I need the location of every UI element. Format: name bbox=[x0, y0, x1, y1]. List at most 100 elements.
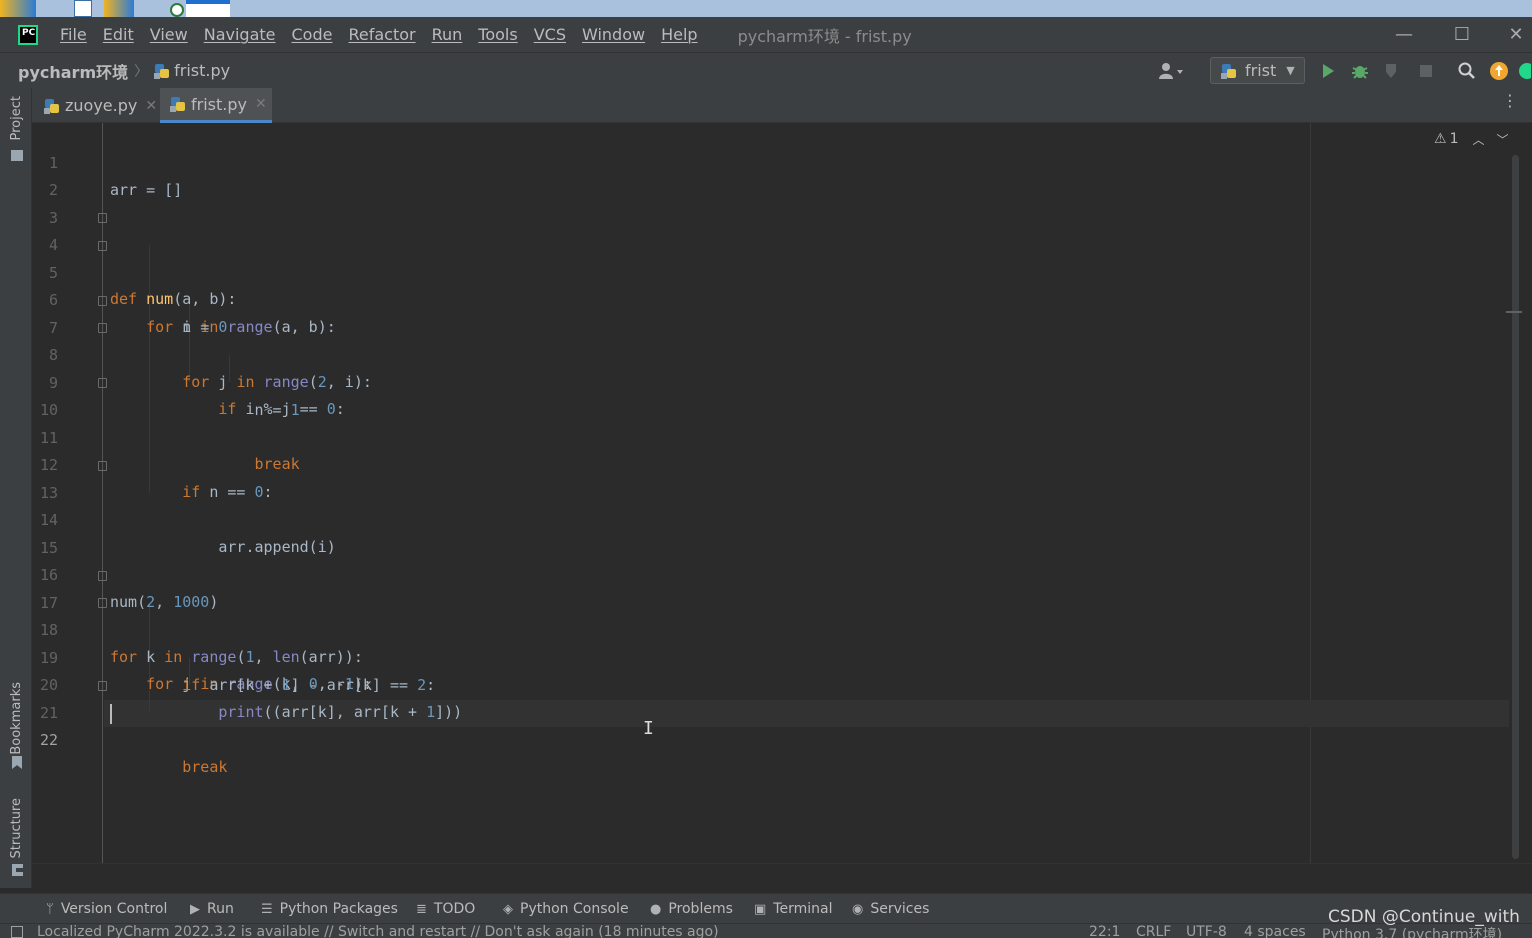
run-configuration-label: frist bbox=[1245, 61, 1277, 80]
tool-window-label: Python Packages bbox=[279, 901, 398, 917]
code-line: 6 n = 0 bbox=[32, 260, 1332, 336]
tool-window-label: Terminal bbox=[773, 901, 833, 917]
status-message[interactable]: Localized PyCharm 2022.3.2 is available … bbox=[37, 924, 719, 938]
fold-marker[interactable] bbox=[98, 571, 107, 581]
code-line: 20 print((arr[k], arr[k + 1])) bbox=[32, 645, 1332, 721]
menu-code[interactable]: Code bbox=[292, 25, 333, 44]
code-line: 9 n = 1 bbox=[32, 343, 1332, 419]
coverage-icon[interactable] bbox=[1380, 59, 1404, 83]
breadcrumb-separator: 〉 bbox=[134, 63, 149, 80]
tab-zuoye-py[interactable]: zuoye.py ✕ bbox=[44, 88, 159, 123]
file-encoding[interactable]: UTF-8 bbox=[1186, 924, 1227, 938]
desktop-shortcut-icon bbox=[74, 0, 92, 17]
python-packages-tool-button[interactable]: ☰ Python Packages bbox=[261, 894, 398, 924]
code-line: 1 arr = [] bbox=[32, 123, 1332, 199]
vertical-scrollbar[interactable] bbox=[1512, 155, 1519, 859]
fold-marker[interactable] bbox=[98, 241, 107, 251]
code-line: 19 if arr[k + 1] - arr[k] == 2: bbox=[32, 618, 1332, 694]
watermark: CSDN @Continue_with bbox=[1328, 907, 1520, 927]
code-line: 22 bbox=[32, 700, 1332, 749]
desktop-taskbar-strip bbox=[0, 0, 1532, 17]
caret-position[interactable]: 22:1 bbox=[1089, 924, 1120, 938]
run-tool-button[interactable]: ▶ Run bbox=[190, 894, 234, 924]
code-line: 16 num(2, 1000) bbox=[32, 535, 1332, 611]
code-editor[interactable]: 1 arr = [] 2 3 4 def num(a, b): 5 for i … bbox=[32, 123, 1532, 863]
todo-tool-button[interactable]: ≣ TODO bbox=[416, 894, 475, 924]
code-line: 4 def num(a, b): bbox=[32, 205, 1332, 308]
menu-refactor[interactable]: Refactor bbox=[348, 25, 415, 44]
tool-window-label: Problems bbox=[668, 901, 733, 917]
desktop-window-icon bbox=[186, 0, 230, 17]
line-number: 22 bbox=[39, 731, 58, 749]
menu-run[interactable]: Run bbox=[432, 25, 463, 44]
project-tool-button[interactable]: Project bbox=[9, 96, 24, 140]
breadcrumb-project[interactable]: pycharm环境 bbox=[18, 59, 128, 83]
menu-edit[interactable]: Edit bbox=[103, 25, 134, 44]
debug-icon[interactable] bbox=[1348, 59, 1372, 83]
ide-features-icon[interactable] bbox=[1516, 59, 1532, 83]
editor-bottom-area bbox=[32, 863, 1532, 893]
branch-icon: ᛘ bbox=[46, 901, 54, 917]
terminal-icon: ▣ bbox=[754, 901, 767, 917]
desktop-check-icon bbox=[170, 3, 184, 17]
maximize-button[interactable]: ☐ bbox=[1442, 17, 1482, 52]
warning-count: 1 bbox=[1449, 131, 1459, 147]
fold-marker[interactable] bbox=[98, 296, 107, 306]
menu-view[interactable]: View bbox=[150, 25, 188, 44]
chevron-down-icon[interactable]: ﹀ bbox=[1497, 131, 1509, 148]
menu-vcs[interactable]: VCS bbox=[534, 25, 566, 44]
fold-marker[interactable] bbox=[98, 598, 107, 608]
run-icon: ▶ bbox=[190, 901, 200, 917]
run-configuration-select[interactable]: frist ▼ bbox=[1210, 57, 1305, 84]
menu-window[interactable]: Window bbox=[582, 25, 645, 44]
fold-marker[interactable] bbox=[98, 213, 107, 223]
close-tab-icon[interactable]: ✕ bbox=[255, 96, 267, 112]
search-icon[interactable] bbox=[1455, 59, 1479, 83]
structure-icon bbox=[12, 864, 23, 876]
bookmarks-tool-button[interactable]: Bookmarks bbox=[9, 682, 24, 755]
tool-window-label: Version Control bbox=[60, 901, 168, 917]
services-tool-button[interactable]: ◉ Services bbox=[852, 894, 929, 924]
warning-icon: ⚠ bbox=[1434, 131, 1447, 147]
menu-file[interactable]: File bbox=[60, 25, 87, 44]
services-icon: ◉ bbox=[852, 901, 864, 917]
line-separator[interactable]: CRLF bbox=[1136, 924, 1171, 938]
code-line: 8 if i % j == 0: bbox=[32, 315, 1332, 418]
stop-icon[interactable] bbox=[1414, 59, 1438, 83]
breadcrumb-file[interactable]: frist.py bbox=[174, 61, 230, 80]
code-line: 7 for j in range(2, i): bbox=[32, 288, 1332, 391]
structure-tool-button[interactable]: Structure bbox=[9, 798, 24, 858]
tool-window-bar: ᛘ Version Control ▶ Run ☰ Python Package… bbox=[0, 893, 1532, 923]
code-line: 11 bbox=[32, 398, 1332, 447]
terminal-tool-button[interactable]: ▣ Terminal bbox=[754, 894, 832, 924]
close-tab-icon[interactable]: ✕ bbox=[145, 98, 157, 114]
navigation-bar: pycharm环境 〉 frist.py frist ▼ bbox=[0, 52, 1532, 88]
minimize-button[interactable]: — bbox=[1384, 17, 1424, 52]
mouse-ibeam-cursor-icon: I bbox=[643, 718, 654, 739]
run-icon[interactable] bbox=[1316, 59, 1340, 83]
fold-marker[interactable] bbox=[98, 681, 107, 691]
layout-toggle-icon[interactable] bbox=[11, 926, 23, 938]
menu-tools[interactable]: Tools bbox=[478, 25, 517, 44]
inspection-widget[interactable]: ⚠ 1 ︿ ﹀ bbox=[1434, 129, 1509, 149]
tool-window-label: Services bbox=[870, 901, 930, 917]
fold-marker[interactable] bbox=[98, 378, 107, 388]
python-console-tool-button[interactable]: ◈ Python Console bbox=[503, 894, 629, 924]
version-control-tool-button[interactable]: ᛘ Version Control bbox=[46, 894, 167, 924]
indent-setting[interactable]: 4 spaces bbox=[1244, 924, 1306, 938]
tab-frist-py[interactable]: frist.py ✕ bbox=[160, 88, 272, 123]
update-icon[interactable] bbox=[1487, 59, 1511, 83]
fold-marker[interactable] bbox=[98, 461, 107, 471]
status-bar: Localized PyCharm 2022.3.2 is available … bbox=[0, 923, 1532, 938]
close-window-button[interactable]: ✕ bbox=[1500, 17, 1532, 52]
window-title: pycharm环境 - frist.py bbox=[737, 26, 912, 46]
chevron-up-icon[interactable]: ︿ bbox=[1472, 131, 1484, 148]
menu-navigate[interactable]: Navigate bbox=[204, 25, 276, 44]
code-line: 14 bbox=[32, 480, 1332, 529]
folder-icon bbox=[11, 150, 23, 161]
fold-marker[interactable] bbox=[98, 323, 107, 333]
user-icon[interactable] bbox=[1155, 59, 1187, 83]
problems-tool-button[interactable]: ● Problems bbox=[650, 894, 733, 924]
kebab-menu-icon[interactable]: ⋮ bbox=[1502, 93, 1518, 114]
menu-help[interactable]: Help bbox=[661, 25, 697, 44]
